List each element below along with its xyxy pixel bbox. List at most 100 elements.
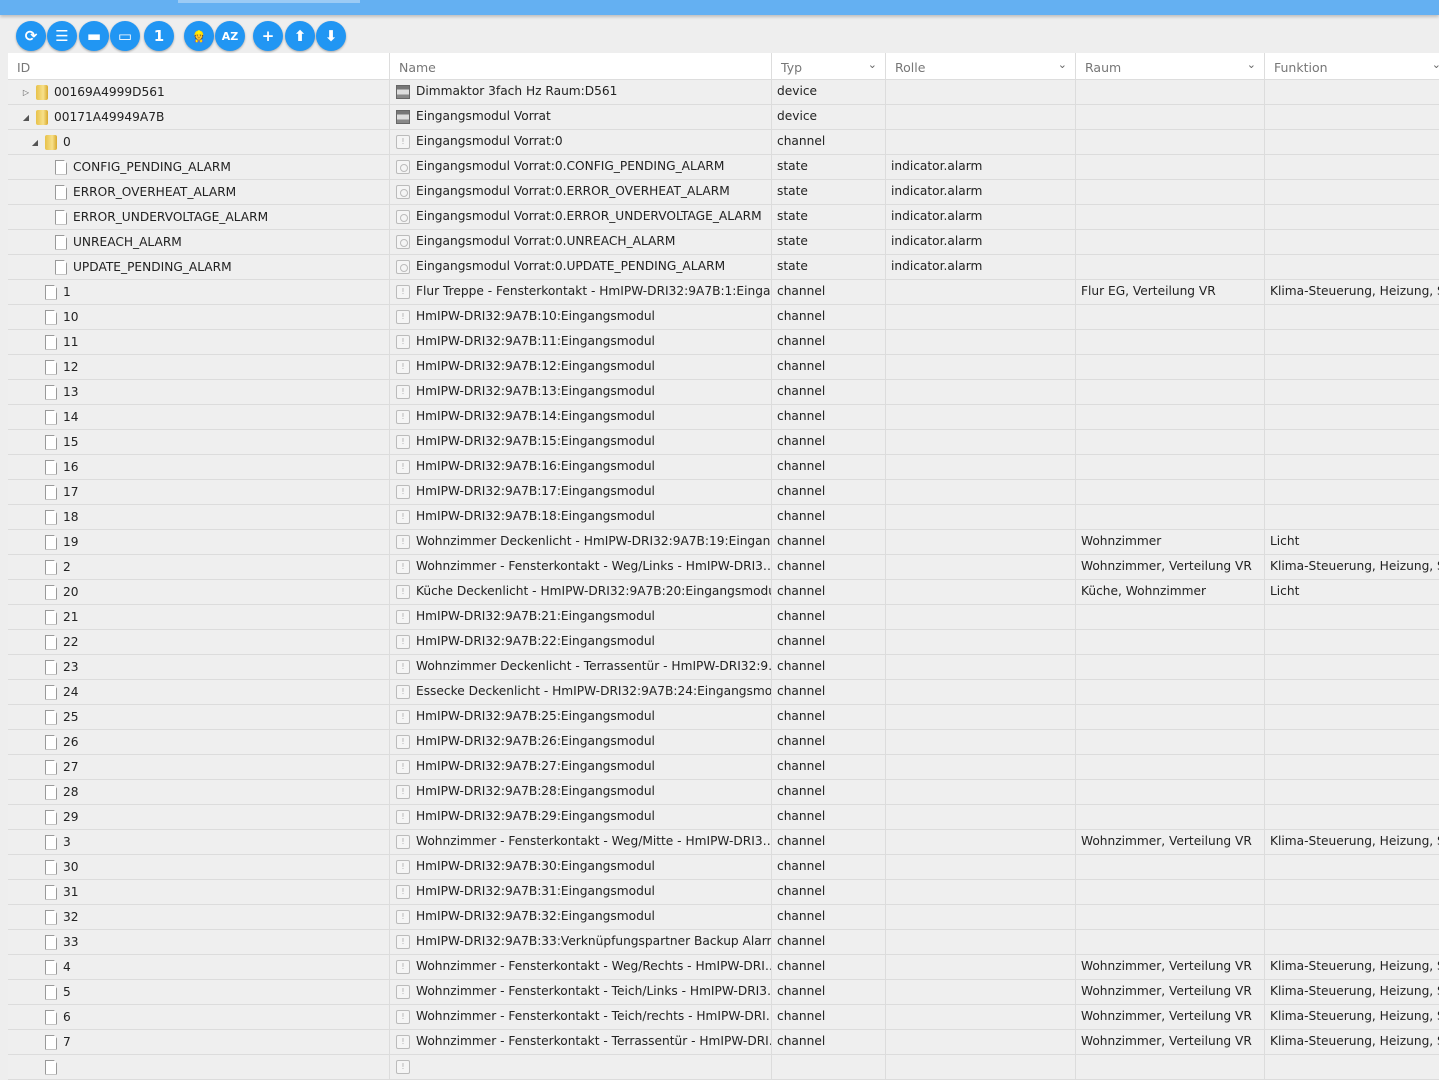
type-cell: channel bbox=[772, 330, 886, 354]
table-row[interactable]: 10! HmIPW-DRI32:9A7B:10:Eingangsmodul chan… bbox=[8, 305, 1439, 330]
column-header-name[interactable]: Name bbox=[390, 53, 772, 80]
channel-icon: ! bbox=[396, 785, 410, 799]
role-cell bbox=[886, 80, 1076, 104]
table-row[interactable]: 31! HmIPW-DRI32:9A7B:31:Eingangsmodul chan… bbox=[8, 880, 1439, 905]
function-cell bbox=[1265, 230, 1439, 254]
chevron-down-icon[interactable]: ⌄ bbox=[1247, 58, 1256, 71]
folder-closed-button[interactable]: ▬ bbox=[79, 21, 109, 51]
table-row[interactable]: 5! Wohnzimmer - Fensterkontakt - Teich/Li… bbox=[8, 980, 1439, 1005]
table-row[interactable]: 24! Essecke Deckenlicht - HmIPW-DRI32:9A7… bbox=[8, 680, 1439, 705]
table-row[interactable]: 6! Wohnzimmer - Fensterkontakt - Teich/re… bbox=[8, 1005, 1439, 1030]
folder-open-button[interactable]: ▭ bbox=[110, 21, 140, 51]
table-row[interactable]: 11! HmIPW-DRI32:9A7B:11:Eingangsmodul chan… bbox=[8, 330, 1439, 355]
object-name: HmIPW-DRI32:9A7B:16:Eingangsmodul bbox=[416, 459, 655, 473]
table-row[interactable]: ◢ 0! Eingangsmodul Vorrat:0 channel bbox=[8, 130, 1439, 155]
state-icon bbox=[396, 235, 410, 249]
single-view-button[interactable]: 1 bbox=[144, 21, 174, 51]
room-cell: Wohnzimmer bbox=[1076, 530, 1265, 554]
table-row[interactable]: 32! HmIPW-DRI32:9A7B:32:Eingangsmodul chan… bbox=[8, 905, 1439, 930]
table-row[interactable]: 25! HmIPW-DRI32:9A7B:25:Eingangsmodul chan… bbox=[8, 705, 1439, 730]
table-row[interactable]: 15! HmIPW-DRI32:9A7B:15:Eingangsmodul chan… bbox=[8, 430, 1439, 455]
table-row[interactable]: 4! Wohnzimmer - Fensterkontakt - Weg/Rech… bbox=[8, 955, 1439, 980]
id-cell: 24 bbox=[8, 680, 390, 704]
table-row[interactable]: ERROR_OVERHEAT_ALARM Eingangsmodul Vorrat… bbox=[8, 180, 1439, 205]
channel-icon: ! bbox=[396, 985, 410, 999]
upload-button[interactable]: ⬆ bbox=[285, 21, 315, 51]
table-row[interactable]: ▷ 00169A4999D561 Dimmaktor 3fach Hz Raum:D… bbox=[8, 80, 1439, 105]
channel-icon: ! bbox=[396, 360, 410, 374]
channel-icon: ! bbox=[396, 685, 410, 699]
expert-mode-button[interactable]: 👷 bbox=[184, 21, 214, 51]
list-view-button[interactable]: ☰ bbox=[47, 21, 77, 51]
column-header-id[interactable]: ID bbox=[8, 53, 390, 80]
table-row[interactable]: 7! Wohnzimmer - Fensterkontakt - Terrasse… bbox=[8, 1030, 1439, 1055]
table-row[interactable]: CONFIG_PENDING_ALARM Eingangsmodul Vorrat… bbox=[8, 155, 1439, 180]
room-cell bbox=[1076, 1055, 1265, 1079]
table-row[interactable]: 21! HmIPW-DRI32:9A7B:21:Eingangsmodul chan… bbox=[8, 605, 1439, 630]
table-row[interactable]: 12! HmIPW-DRI32:9A7B:12:Eingangsmodul chan… bbox=[8, 355, 1439, 380]
collapse-arrow-icon[interactable]: ◢ bbox=[20, 113, 32, 122]
chevron-down-icon[interactable]: ⌄ bbox=[1432, 58, 1439, 71]
chevron-down-icon[interactable]: ⌄ bbox=[868, 58, 877, 71]
type-cell: channel bbox=[772, 655, 886, 679]
column-header-typ[interactable]: Typ ⌄ bbox=[772, 53, 886, 80]
table-row[interactable]: 30! HmIPW-DRI32:9A7B:30:Eingangsmodul chan… bbox=[8, 855, 1439, 880]
table-row[interactable]: 27! HmIPW-DRI32:9A7B:27:Eingangsmodul chan… bbox=[8, 755, 1439, 780]
table-row[interactable]: 17! HmIPW-DRI32:9A7B:17:Eingangsmodul chan… bbox=[8, 480, 1439, 505]
room-cell bbox=[1076, 780, 1265, 804]
table-row[interactable]: 23! Wohnzimmer Deckenlicht - Terrassentür… bbox=[8, 655, 1439, 680]
table-row[interactable]: 20! Küche Deckenlicht - HmIPW-DRI32:9A7B:… bbox=[8, 580, 1439, 605]
table-row[interactable]: 22! HmIPW-DRI32:9A7B:22:Eingangsmodul chan… bbox=[8, 630, 1439, 655]
refresh-button[interactable]: ⟳ bbox=[16, 21, 46, 51]
add-object-button[interactable]: + bbox=[253, 21, 283, 51]
role-cell: indicator.alarm bbox=[886, 230, 1076, 254]
table-row[interactable]: 26! HmIPW-DRI32:9A7B:26:Eingangsmodul chan… bbox=[8, 730, 1439, 755]
table-row[interactable]: 1! Flur Treppe - Fensterkontakt - HmIPW-D… bbox=[8, 280, 1439, 305]
expand-arrow-icon[interactable]: ▷ bbox=[20, 88, 32, 97]
room-cell: Wohnzimmer, Verteilung VR bbox=[1076, 955, 1265, 979]
id-cell: CONFIG_PENDING_ALARM bbox=[8, 155, 390, 179]
name-cell: ! Wohnzimmer - Fensterkontakt - Teich/Lin… bbox=[390, 980, 772, 1004]
column-header-raum[interactable]: Raum ⌄ bbox=[1076, 53, 1265, 80]
sort-az-button[interactable]: AZ bbox=[215, 21, 245, 51]
table-row[interactable]: 3! Wohnzimmer - Fensterkontakt - Weg/Mitt… bbox=[8, 830, 1439, 855]
file-icon bbox=[45, 484, 57, 500]
object-id: 6 bbox=[63, 1010, 71, 1024]
type-cell: channel bbox=[772, 380, 886, 404]
object-id: 1 bbox=[63, 285, 71, 299]
column-header-funktion[interactable]: Funktion ⌄ bbox=[1265, 53, 1439, 80]
chevron-down-icon[interactable]: ⌄ bbox=[1058, 58, 1067, 71]
table-row[interactable]: 28! HmIPW-DRI32:9A7B:28:Eingangsmodul chan… bbox=[8, 780, 1439, 805]
function-cell bbox=[1265, 80, 1439, 104]
name-cell: ! HmIPW-DRI32:9A7B:17:Eingangsmodul bbox=[390, 480, 772, 504]
type-cell: channel bbox=[772, 805, 886, 829]
object-name: Eingangsmodul Vorrat:0.ERROR_UNDERVOLTAG… bbox=[416, 209, 762, 223]
table-row[interactable]: 2! Wohnzimmer - Fensterkontakt - Weg/Link… bbox=[8, 555, 1439, 580]
table-row[interactable]: ◢ 00171A49949A7B Eingangsmodul Vorrat devic… bbox=[8, 105, 1439, 130]
state-icon bbox=[396, 260, 410, 274]
table-row[interactable]: 19! Wohnzimmer Deckenlicht - HmIPW-DRI32:… bbox=[8, 530, 1439, 555]
table-row[interactable]: 16! HmIPW-DRI32:9A7B:16:Eingangsmodul chan… bbox=[8, 455, 1439, 480]
collapse-arrow-icon[interactable]: ◢ bbox=[29, 138, 41, 147]
role-cell bbox=[886, 580, 1076, 604]
type-cell: channel bbox=[772, 505, 886, 529]
table-row[interactable]: UNREACH_ALARM Eingangsmodul Vorrat:0.UNRE… bbox=[8, 230, 1439, 255]
table-row[interactable]: ! bbox=[8, 1055, 1439, 1080]
id-cell: 7 bbox=[8, 1030, 390, 1054]
table-row[interactable]: 13! HmIPW-DRI32:9A7B:13:Eingangsmodul chan… bbox=[8, 380, 1439, 405]
role-cell bbox=[886, 430, 1076, 454]
table-row[interactable]: 14! HmIPW-DRI32:9A7B:14:Eingangsmodul chan… bbox=[8, 405, 1439, 430]
name-cell: ! HmIPW-DRI32:9A7B:12:Eingangsmodul bbox=[390, 355, 772, 379]
function-cell bbox=[1265, 305, 1439, 329]
type-cell: channel bbox=[772, 905, 886, 929]
table-row[interactable]: 33! HmIPW-DRI32:9A7B:33:Verknüpfungspartn… bbox=[8, 930, 1439, 955]
object-name: Wohnzimmer - Fensterkontakt - Terrassent… bbox=[416, 1034, 772, 1048]
table-row[interactable]: ERROR_UNDERVOLTAGE_ALARM Eingangsmodul Vo… bbox=[8, 205, 1439, 230]
id-cell: 22 bbox=[8, 630, 390, 654]
table-row[interactable]: UPDATE_PENDING_ALARM Eingangsmodul Vorrat… bbox=[8, 255, 1439, 280]
function-cell bbox=[1265, 505, 1439, 529]
table-row[interactable]: 18! HmIPW-DRI32:9A7B:18:Eingangsmodul chan… bbox=[8, 505, 1439, 530]
column-header-rolle[interactable]: Rolle ⌄ bbox=[886, 53, 1076, 80]
download-button[interactable]: ⬇ bbox=[316, 21, 346, 51]
table-row[interactable]: 29! HmIPW-DRI32:9A7B:29:Eingangsmodul chan… bbox=[8, 805, 1439, 830]
